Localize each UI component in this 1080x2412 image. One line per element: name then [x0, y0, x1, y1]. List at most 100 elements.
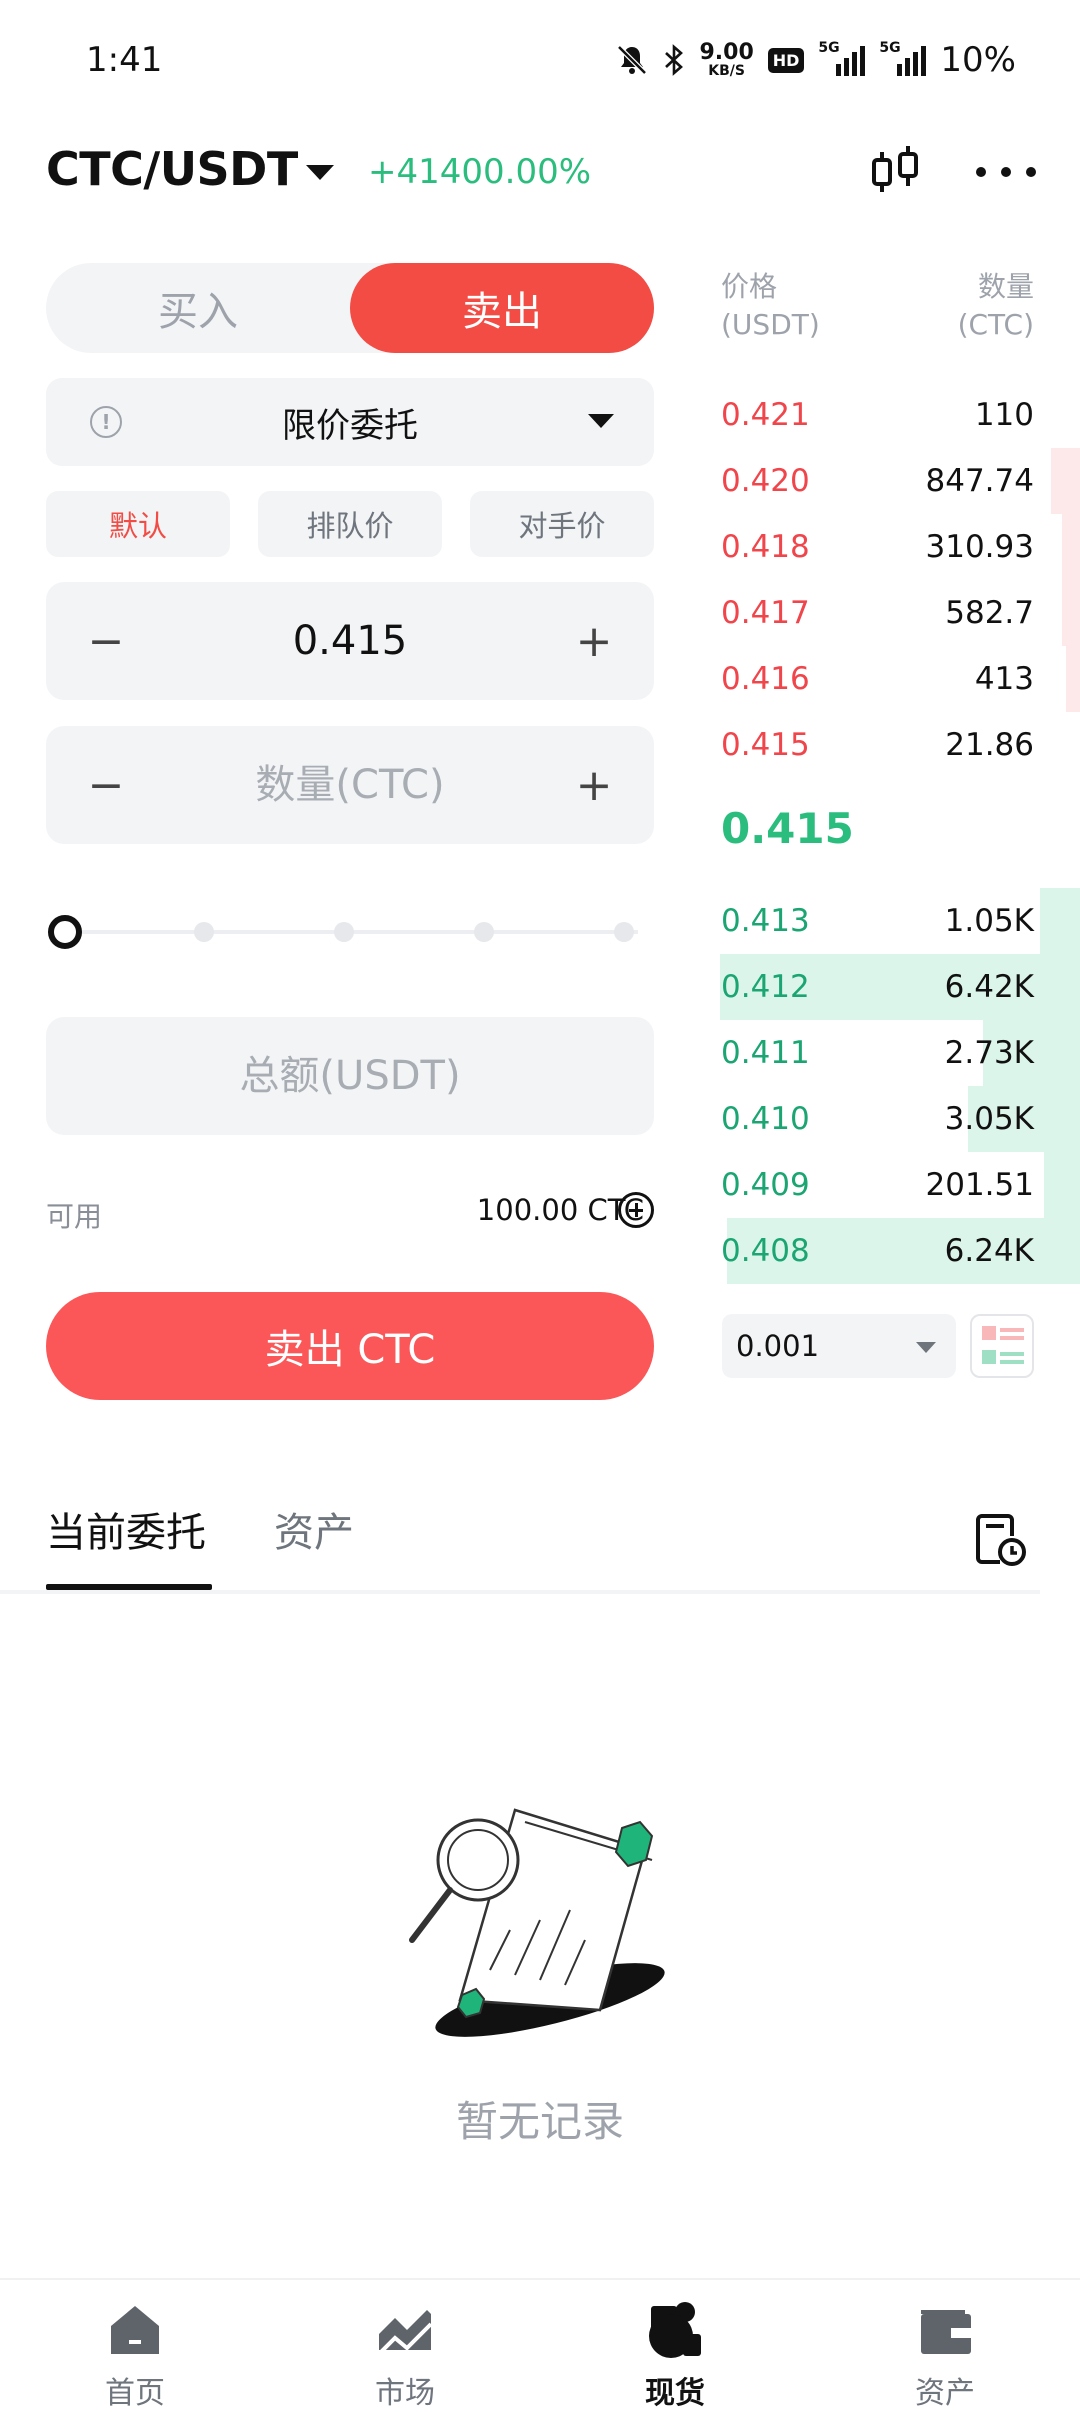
ask-row[interactable]: 0.418 310.93 [720, 514, 1080, 580]
bid-row[interactable]: 0.408 6.24K [720, 1218, 1080, 1284]
chevron-down-icon [916, 1342, 936, 1353]
bluetooth-icon [663, 43, 685, 77]
price-increase-button[interactable]: + [534, 582, 654, 700]
tab-current-orders[interactable]: 当前委托 [46, 1500, 206, 1558]
bid-price: 0.412 [721, 969, 810, 1005]
ask-price: 0.418 [721, 529, 810, 565]
bid-amount: 1.05K [944, 903, 1034, 939]
ask-row[interactable]: 0.420 847.74 [720, 448, 1080, 514]
available-label: 可用 [46, 1200, 103, 1233]
ask-price: 0.421 [721, 397, 810, 433]
quantity-input[interactable] [166, 726, 534, 844]
ask-row[interactable]: 0.421 110 [720, 382, 1080, 448]
ask-amount: 110 [974, 397, 1034, 433]
quantity-stepper: − + [46, 726, 654, 844]
bid-row[interactable]: 0.412 6.42K [720, 954, 1080, 1020]
ask-row[interactable]: 0.417 582.7 [720, 580, 1080, 646]
sell-tab[interactable]: 卖出 [350, 263, 654, 353]
bid-row[interactable]: 0.413 1.05K [720, 888, 1080, 954]
bid-price: 0.409 [721, 1167, 810, 1203]
price-change: +41400.00% [368, 152, 592, 192]
order-history-icon[interactable] [970, 1510, 1030, 1570]
market-chart-icon [377, 2310, 433, 2356]
info-icon[interactable]: ! [90, 406, 122, 438]
bid-amount: 201.51 [925, 1167, 1034, 1203]
dropdown-caret-icon [588, 414, 614, 428]
slider-stop-100[interactable] [614, 922, 634, 942]
price-mode-counterparty[interactable]: 对手价 [470, 491, 654, 557]
price-mode-default[interactable]: 默认 [46, 491, 230, 557]
slider-handle[interactable] [48, 915, 82, 949]
slider-stop-25[interactable] [194, 922, 214, 942]
ask-amount: 21.86 [945, 727, 1034, 763]
ask-row[interactable]: 0.416 413 [720, 646, 1080, 712]
signal-1-icon: 5G [818, 40, 866, 76]
price-input[interactable] [166, 582, 534, 700]
buy-tab[interactable]: 买入 [46, 263, 350, 353]
ask-price: 0.417 [721, 595, 810, 631]
bid-price: 0.410 [721, 1101, 810, 1137]
ask-price: 0.416 [721, 661, 810, 697]
tab-divider [0, 1590, 1040, 1594]
candlestick-chart-icon[interactable] [866, 142, 924, 200]
quantity-decrease-button[interactable]: − [46, 726, 166, 844]
nav-home[interactable]: 首页 [0, 2280, 270, 2412]
precision-value: 0.001 [736, 1329, 820, 1363]
quantity-increase-button[interactable]: + [534, 726, 654, 844]
bid-price: 0.411 [721, 1035, 810, 1071]
signal-2-icon: 5G [879, 40, 927, 76]
total-input[interactable] [46, 1017, 654, 1135]
hd-badge: HD [767, 47, 805, 73]
bid-depth-bar [1040, 888, 1080, 954]
ask-amount: 413 [974, 661, 1034, 697]
price-decrease-button[interactable]: − [46, 582, 166, 700]
slider-stop-75[interactable] [474, 922, 494, 942]
tab-assets[interactable]: 资产 [274, 1500, 354, 1558]
ask-amount: 310.93 [925, 529, 1034, 565]
ask-depth-bar [1062, 514, 1080, 580]
pair-dropdown-icon[interactable] [306, 165, 334, 180]
order-book-amount-header: 数量 (CTC) [957, 270, 1034, 341]
ask-row[interactable]: 0.415 21.86 [720, 712, 1080, 778]
order-type-label: 限价委托 [282, 405, 418, 446]
bottom-nav: 首页 市场 现货 资产 [0, 2278, 1080, 2412]
wallet-icon [921, 2310, 971, 2354]
slider-stop-50[interactable] [334, 922, 354, 942]
bid-price: 0.408 [721, 1233, 810, 1269]
amount-slider[interactable] [46, 912, 646, 952]
battery-level: 10% [940, 40, 1016, 80]
bid-depth-bar [1044, 1152, 1080, 1218]
book-layout-icon[interactable] [970, 1314, 1034, 1378]
more-options-icon[interactable] [976, 162, 1036, 182]
ask-depth-bar [1062, 580, 1080, 646]
bid-price: 0.413 [721, 903, 810, 939]
status-bar: 1:41 9.00 KB/S HD 5G 5G 10% [0, 0, 1080, 120]
pair-selector[interactable]: CTC/USDT [46, 142, 298, 196]
price-mode-queue[interactable]: 排队价 [258, 491, 442, 557]
bid-row[interactable]: 0.409 201.51 [720, 1152, 1080, 1218]
ask-depth-bar [1051, 448, 1080, 514]
sell-submit-button[interactable]: 卖出 CTC [46, 1292, 654, 1400]
bid-amount: 6.42K [944, 969, 1034, 1005]
spot-trade-icon [649, 2302, 701, 2358]
empty-records-illustration [400, 1790, 700, 2060]
ask-price: 0.415 [721, 727, 810, 763]
ask-amount: 582.7 [945, 595, 1034, 631]
nav-assets[interactable]: 资产 [810, 2280, 1080, 2412]
status-time: 1:41 [86, 40, 163, 80]
order-book-price-header: 价格 (USDT) [721, 270, 820, 341]
precision-select[interactable]: 0.001 [722, 1314, 956, 1378]
nav-spot[interactable]: 现货 [540, 2280, 810, 2412]
ask-depth-bar [1066, 646, 1080, 712]
bid-amount: 2.73K [944, 1035, 1034, 1071]
status-icons: 9.00 KB/S HD 5G 5G 10% [615, 38, 1016, 82]
bid-row[interactable]: 0.411 2.73K [720, 1020, 1080, 1086]
add-funds-icon[interactable] [618, 1192, 654, 1228]
home-icon [111, 2306, 159, 2354]
nav-market[interactable]: 市场 [270, 2280, 540, 2412]
total-field [46, 1017, 654, 1135]
price-stepper: − + [46, 582, 654, 700]
order-type-select[interactable]: ! 限价委托 [46, 378, 654, 466]
bid-row[interactable]: 0.410 3.05K [720, 1086, 1080, 1152]
bid-amount: 6.24K [944, 1233, 1034, 1269]
